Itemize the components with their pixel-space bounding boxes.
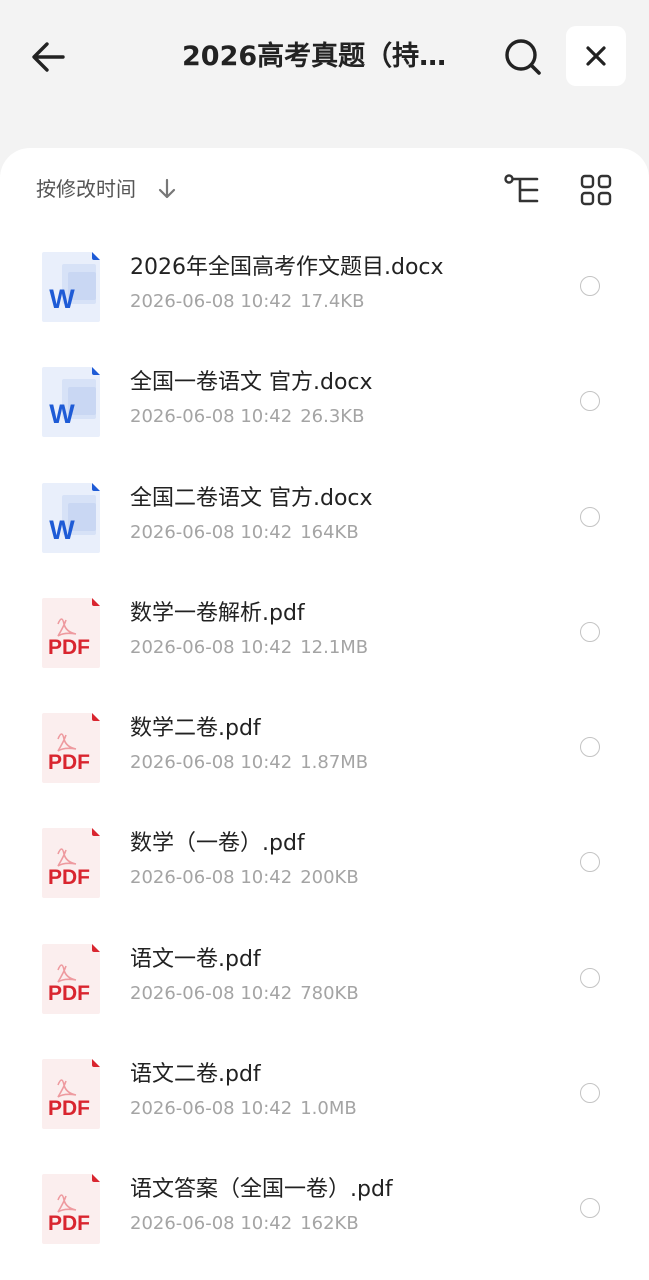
file-list-item[interactable]: PDF 数学（一卷）.pdf 2026-06-08 10:42 200KB: [0, 806, 649, 921]
file-name: 全国一卷语文 官方.docx: [130, 370, 373, 396]
file-type-label: W: [49, 515, 75, 545]
word-document-icon: W: [40, 365, 102, 439]
file-size: 162KB: [300, 1213, 359, 1235]
select-radio[interactable]: [580, 1198, 600, 1219]
select-radio[interactable]: [580, 967, 600, 988]
list-toolbar: 按修改时间: [0, 148, 649, 228]
word-document-icon: W: [40, 481, 102, 555]
file-size: 1.87MB: [300, 752, 369, 774]
pdf-document-icon: PDF: [40, 942, 102, 1016]
file-name: 数学一卷解析.pdf: [130, 600, 305, 626]
file-type-label: PDF: [48, 1097, 90, 1120]
select-radio[interactable]: [580, 276, 600, 296]
file-meta: 2026-06-08 10:42 780KB: [130, 980, 359, 1008]
select-radio[interactable]: [580, 737, 600, 758]
file-size: 17.4KB: [300, 291, 365, 312]
file-list-item[interactable]: W 2026年全国高考作文题目.docx 2026-06-08 10:42 17.4…: [0, 230, 649, 345]
file-meta: 2026-06-08 10:42 1.0MB: [130, 1095, 357, 1123]
file-type-label: PDF: [48, 982, 90, 1005]
tree-view-icon: [504, 174, 539, 203]
file-name: 2026年全国高考作文题目.docx: [130, 255, 444, 280]
file-date: 2026-06-08 10:42: [130, 752, 293, 774]
search-icon: [505, 39, 541, 75]
pdf-document-icon: PDF: [40, 826, 102, 900]
pdf-document-icon: PDF: [40, 1172, 102, 1246]
sort-button[interactable]: 按修改时间: [36, 172, 136, 206]
file-list: W 2026年全国高考作文题目.docx 2026-06-08 10:42 17.4…: [0, 230, 649, 1268]
select-radio[interactable]: [580, 506, 600, 527]
pdf-document-icon: PDF: [40, 711, 102, 785]
file-type-label: W: [49, 399, 75, 429]
file-type-label: W: [49, 284, 75, 314]
file-date: 2026-06-08 10:42: [130, 982, 293, 1004]
arrow-down-icon[interactable]: [156, 178, 178, 200]
back-button[interactable]: [24, 33, 72, 81]
grid-view-icon: [580, 174, 612, 206]
file-type-label: PDF: [48, 636, 90, 659]
file-size: 780KB: [300, 982, 359, 1004]
page-title: 2026高考真题（持…: [182, 41, 447, 72]
file-date: 2026-06-08 10:42: [130, 406, 293, 428]
file-name: 全国二卷语文 官方.docx: [130, 485, 373, 511]
file-meta: 2026-06-08 10:42 26.3KB: [130, 403, 364, 431]
file-list-item[interactable]: PDF 语文二卷.pdf 2026-06-08 10:42 1.0MB: [0, 1037, 649, 1152]
file-meta: 2026-06-08 10:42 17.4KB: [130, 288, 364, 316]
file-type-label: PDF: [48, 866, 90, 889]
select-radio[interactable]: [580, 1083, 600, 1104]
pdf-document-icon: PDF: [40, 1057, 102, 1131]
file-type-label: PDF: [48, 1212, 90, 1235]
file-date: 2026-06-08 10:42: [130, 291, 293, 312]
file-date: 2026-06-08 10:42: [130, 636, 293, 658]
file-list-item[interactable]: PDF 数学一卷解析.pdf 2026-06-08 10:42 12.1MB: [0, 576, 649, 691]
word-document-icon: W: [40, 250, 102, 324]
file-list-item[interactable]: PDF 语文一卷.pdf 2026-06-08 10:42 780KB: [0, 922, 649, 1037]
file-name: 语文答案（全国一卷）.pdf: [130, 1177, 393, 1203]
file-meta: 2026-06-08 10:42 162KB: [130, 1210, 359, 1238]
file-meta: 2026-06-08 10:42 1.87MB: [130, 749, 368, 777]
arrow-left-icon: [32, 42, 65, 72]
file-date: 2026-06-08 10:42: [130, 867, 293, 889]
file-list-item[interactable]: W 全国二卷语文 官方.docx 2026-06-08 10:42 164KB: [0, 461, 649, 576]
file-size: 26.3KB: [300, 406, 365, 428]
file-list-item[interactable]: PDF 语文答案（全国一卷）.pdf 2026-06-08 10:42 162KB: [0, 1152, 649, 1267]
file-name: 数学（一卷）.pdf: [130, 831, 305, 857]
file-meta: 2026-06-08 10:42 200KB: [130, 864, 359, 892]
tree-view-button[interactable]: [500, 168, 544, 212]
select-radio[interactable]: [580, 391, 600, 412]
file-size: 12.1MB: [300, 636, 369, 658]
close-button[interactable]: [566, 26, 626, 86]
file-date: 2026-06-08 10:42: [130, 1098, 293, 1120]
file-type-label: PDF: [48, 751, 90, 774]
select-radio[interactable]: [580, 852, 600, 873]
file-name: 数学二卷.pdf: [130, 716, 261, 742]
file-size: 164KB: [300, 521, 359, 543]
file-panel: 按修改时间 W 2026年全国高考作文题目.docx 2026-06-08 10:…: [0, 148, 649, 1280]
grid-view-button[interactable]: [574, 168, 618, 212]
select-radio[interactable]: [580, 621, 600, 642]
file-list-item[interactable]: PDF 数学二卷.pdf 2026-06-08 10:42 1.87MB: [0, 691, 649, 806]
file-name: 语文一卷.pdf: [130, 946, 261, 972]
top-app-bar: 2026高考真题（持…: [0, 0, 649, 112]
file-size: 200KB: [300, 867, 359, 889]
file-date: 2026-06-08 10:42: [130, 521, 293, 543]
close-icon: [586, 46, 606, 66]
file-date: 2026-06-08 10:42: [130, 1213, 293, 1235]
file-meta: 2026-06-08 10:42 164KB: [130, 519, 359, 547]
search-button[interactable]: [499, 33, 547, 81]
file-name: 语文二卷.pdf: [130, 1062, 261, 1088]
file-size: 1.0MB: [300, 1098, 357, 1120]
pdf-document-icon: PDF: [40, 596, 102, 670]
file-meta: 2026-06-08 10:42 12.1MB: [130, 634, 368, 662]
file-list-item[interactable]: W 全国一卷语文 官方.docx 2026-06-08 10:42 26.3KB: [0, 345, 649, 460]
